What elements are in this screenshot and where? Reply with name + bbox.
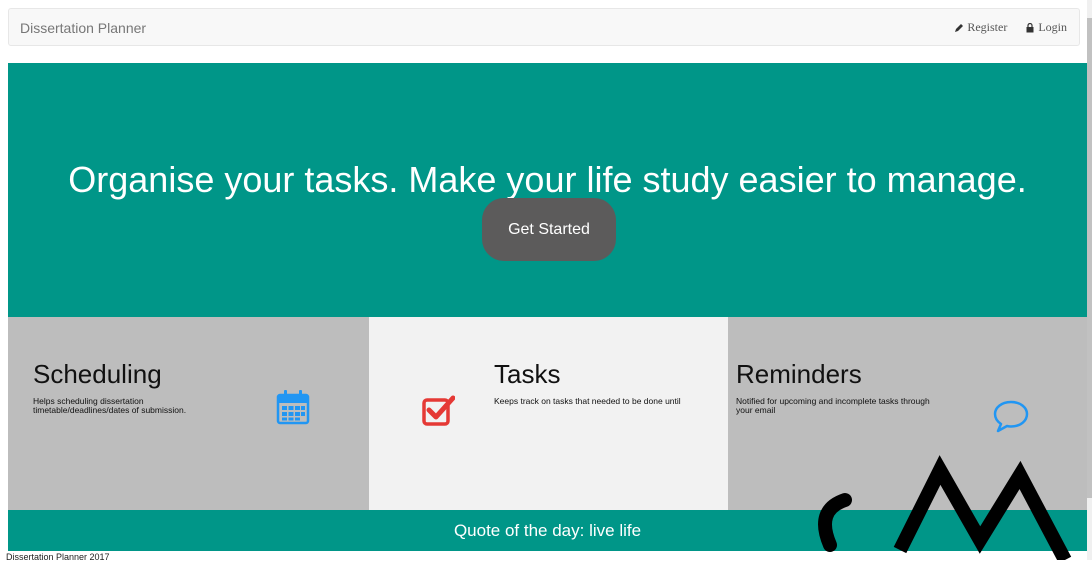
brand-link[interactable]: Dissertation Planner [20,20,146,36]
hero-title: Organise your tasks. Make your life stud… [68,159,1027,201]
feature-tasks: Tasks Keeps track on tasks that needed t… [369,317,728,510]
lock-icon [1026,22,1034,32]
speech-bubble-icon [993,400,1029,433]
features-section: Scheduling Helps scheduling dissertation… [8,317,1087,510]
feature-description: Notified for upcoming and incomplete tas… [736,396,930,415]
feature-description: Helps scheduling dissertation timetable/… [33,396,187,415]
quote-of-the-day: Quote of the day: live life [8,510,1087,551]
login-link[interactable]: Login [1025,20,1067,35]
feature-title: Tasks [494,359,561,389]
login-label: Login [1038,20,1067,34]
footer-text: Dissertation Planner 2017 [6,552,110,562]
register-label: Register [967,20,1008,34]
feature-title: Scheduling [33,359,162,389]
checkbox-icon [422,395,455,426]
get-started-button[interactable]: Get Started [482,198,616,261]
scrollbar-thumb[interactable] [1087,18,1092,498]
pencil-icon [955,23,964,32]
calendar-icon [276,390,310,425]
register-link[interactable]: Register [954,20,1007,35]
navbar: Dissertation Planner Register Login [8,8,1080,46]
feature-reminders: Reminders Notified for upcoming and inco… [728,317,1087,510]
hero-section: Organise your tasks. Make your life stud… [8,63,1087,317]
feature-description: Keeps track on tasks that needed to be d… [494,396,681,406]
feature-title: Reminders [736,359,862,389]
nav-links: Register Login [954,20,1067,35]
scrollbar[interactable] [1087,0,1092,560]
feature-scheduling: Scheduling Helps scheduling dissertation… [8,317,369,510]
